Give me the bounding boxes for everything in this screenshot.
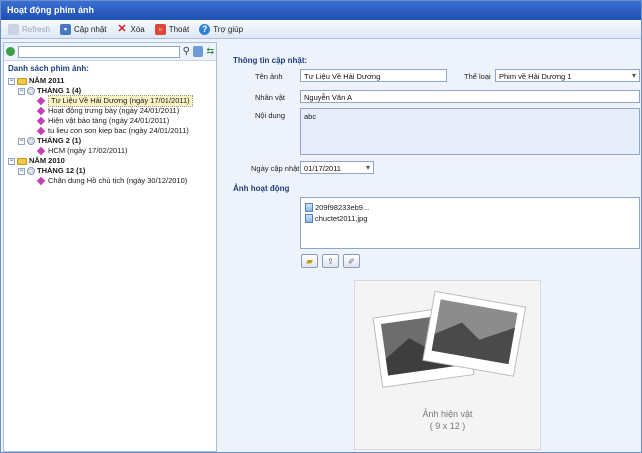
file-item[interactable]: 209f98233eb9... [305, 202, 635, 213]
person-field[interactable]: Nguyễn Văn A [300, 90, 640, 103]
date-label: Ngày cập nhật [251, 164, 300, 173]
section-title: Thông tin cập nhật: [233, 56, 308, 65]
collapse-icon[interactable]: − [18, 137, 25, 145]
refresh-icon [8, 23, 19, 35]
search-row: ⚲ ⇆ [4, 43, 216, 61]
folder-icon [17, 157, 27, 165]
photos-section-title: Ảnh hoạt động [233, 184, 290, 193]
tree-item[interactable]: HCM (ngày 17/02/2011) [8, 146, 216, 156]
collapse-icon[interactable]: − [8, 157, 15, 165]
tree-label: tu lieu con son kiep bac (ngày 24/01/201… [48, 126, 189, 135]
open-folder-button[interactable]: ▰ [301, 254, 318, 268]
tree-label: THÁNG 12 (1) [37, 166, 86, 175]
disc-icon [27, 167, 35, 175]
content-textarea[interactable]: abc [300, 108, 640, 155]
upload-button[interactable]: ⇪ [322, 254, 339, 268]
clear-button[interactable]: ✐ [343, 254, 360, 268]
delete-x-icon: ✕ [117, 22, 127, 35]
name-label: Tên ảnh [255, 72, 283, 81]
collapse-icon[interactable]: − [18, 167, 25, 175]
media-item-icon [36, 176, 46, 186]
category-select[interactable]: Phim về Hải Dương 1 [495, 69, 640, 82]
disc-icon [27, 87, 35, 95]
album-tree: − NĂM 2011− THÁNG 1 (4) Tư Liệu Về Hải Dươn… [4, 76, 216, 186]
help-icon: ? [199, 23, 211, 35]
category-label: Thể loại [464, 72, 491, 81]
search-icon[interactable]: ⚲ [183, 46, 190, 57]
tree-item[interactable]: Hoạt động trưng bày (ngày 24/01/2011) [8, 106, 216, 116]
search-input[interactable] [17, 45, 180, 58]
tree-item[interactable]: Chân dung Hồ chủ tịch (ngày 30/12/2010) [8, 176, 216, 186]
window-title: Hoạt động phim ảnh [1, 1, 641, 20]
folder-icon [17, 77, 27, 85]
name-field[interactable]: Tư Liệu Về Hải Dương [300, 69, 447, 82]
tree-item[interactable]: Hiện vật bảo tàng (ngày 24/01/2011) [8, 116, 216, 126]
folder-icon: ▰ [306, 256, 313, 266]
media-item-icon [36, 116, 46, 126]
exit-button[interactable]: ▫ Thoát [152, 23, 192, 36]
image-file-icon [305, 203, 313, 212]
toolbar: Refresh ▪ Cập nhật ✕ Xóa ▫ Thoát ? Trợ g… [1, 20, 641, 39]
tree-label: NĂM 2010 [29, 156, 65, 165]
tree-year-node[interactable]: − NĂM 2010 [8, 156, 216, 166]
collapse-icon[interactable]: − [8, 77, 15, 85]
exit-icon: ▫ [154, 23, 166, 35]
app-window: Hoạt động phim ảnh Refresh ▪ Cập nhật ✕ … [0, 0, 642, 453]
refresh-button[interactable]: Refresh [5, 23, 53, 36]
help-button[interactable]: ? Trợ giúp [196, 23, 246, 36]
file-list: 209f98233eb9... chuctet2011.jpg [300, 197, 640, 249]
image-file-icon [305, 214, 313, 223]
left-panel: ⚲ ⇆ Danh sách phim ảnh: − NĂM 2011− THÁNG … [3, 42, 217, 452]
tree-label: Chân dung Hồ chủ tịch (ngày 30/12/2010) [48, 176, 188, 185]
right-panel: Thông tin cập nhật: Tên ảnh Tư Liệu Về H… [223, 42, 641, 452]
tree-month-node[interactable]: − THÁNG 12 (1) [8, 166, 216, 176]
media-item-icon [36, 106, 46, 116]
delete-button[interactable]: ✕ Xóa [113, 23, 147, 36]
file-item[interactable]: chuctet2011.jpg [305, 213, 635, 224]
tree-label: THÁNG 2 (1) [37, 136, 82, 145]
photo-preview: Ảnh hiện vật ( 9 x 12 ) [354, 280, 541, 450]
upload-icon: ⇪ [327, 257, 334, 266]
tree-label: NĂM 2011 [29, 76, 65, 85]
sort-icon[interactable]: ⇆ [206, 46, 214, 57]
tree-month-node[interactable]: − THÁNG 2 (1) [8, 136, 216, 146]
calendar-icon[interactable] [192, 46, 204, 57]
tree-label: HCM (ngày 17/02/2011) [48, 146, 128, 155]
content-label: Nội dung [255, 111, 286, 120]
tree-item[interactable]: Tư Liệu Về Hải Dương (ngày 17/01/2011) [8, 95, 216, 107]
tree-label: Hiện vật bảo tàng (ngày 24/01/2011) [48, 116, 170, 125]
media-item-icon [36, 126, 46, 136]
green-circle-icon [6, 47, 15, 56]
date-picker[interactable]: 01/17/2011 [300, 161, 374, 174]
media-item-icon [36, 146, 46, 156]
media-item-icon [36, 96, 46, 106]
collapse-icon[interactable]: − [18, 87, 25, 95]
photo-size: ( 9 x 12 ) [429, 421, 466, 431]
disc-icon [27, 137, 35, 145]
eraser-icon: ✐ [348, 257, 355, 266]
photo-caption: Ảnh hiện vật [422, 409, 473, 419]
tree-item[interactable]: tu lieu con son kiep bac (ngày 24/01/201… [8, 126, 216, 136]
photo-placeholder-icon [372, 290, 527, 388]
save-icon: ▪ [60, 23, 72, 35]
tree-year-node[interactable]: − NĂM 2011 [8, 76, 216, 86]
person-label: Nhân vật [255, 93, 286, 102]
list-title: Danh sách phim ảnh: [8, 64, 89, 73]
update-button[interactable]: ▪ Cập nhật [57, 23, 109, 36]
tree-label: Hoạt động trưng bày (ngày 24/01/2011) [48, 106, 180, 115]
